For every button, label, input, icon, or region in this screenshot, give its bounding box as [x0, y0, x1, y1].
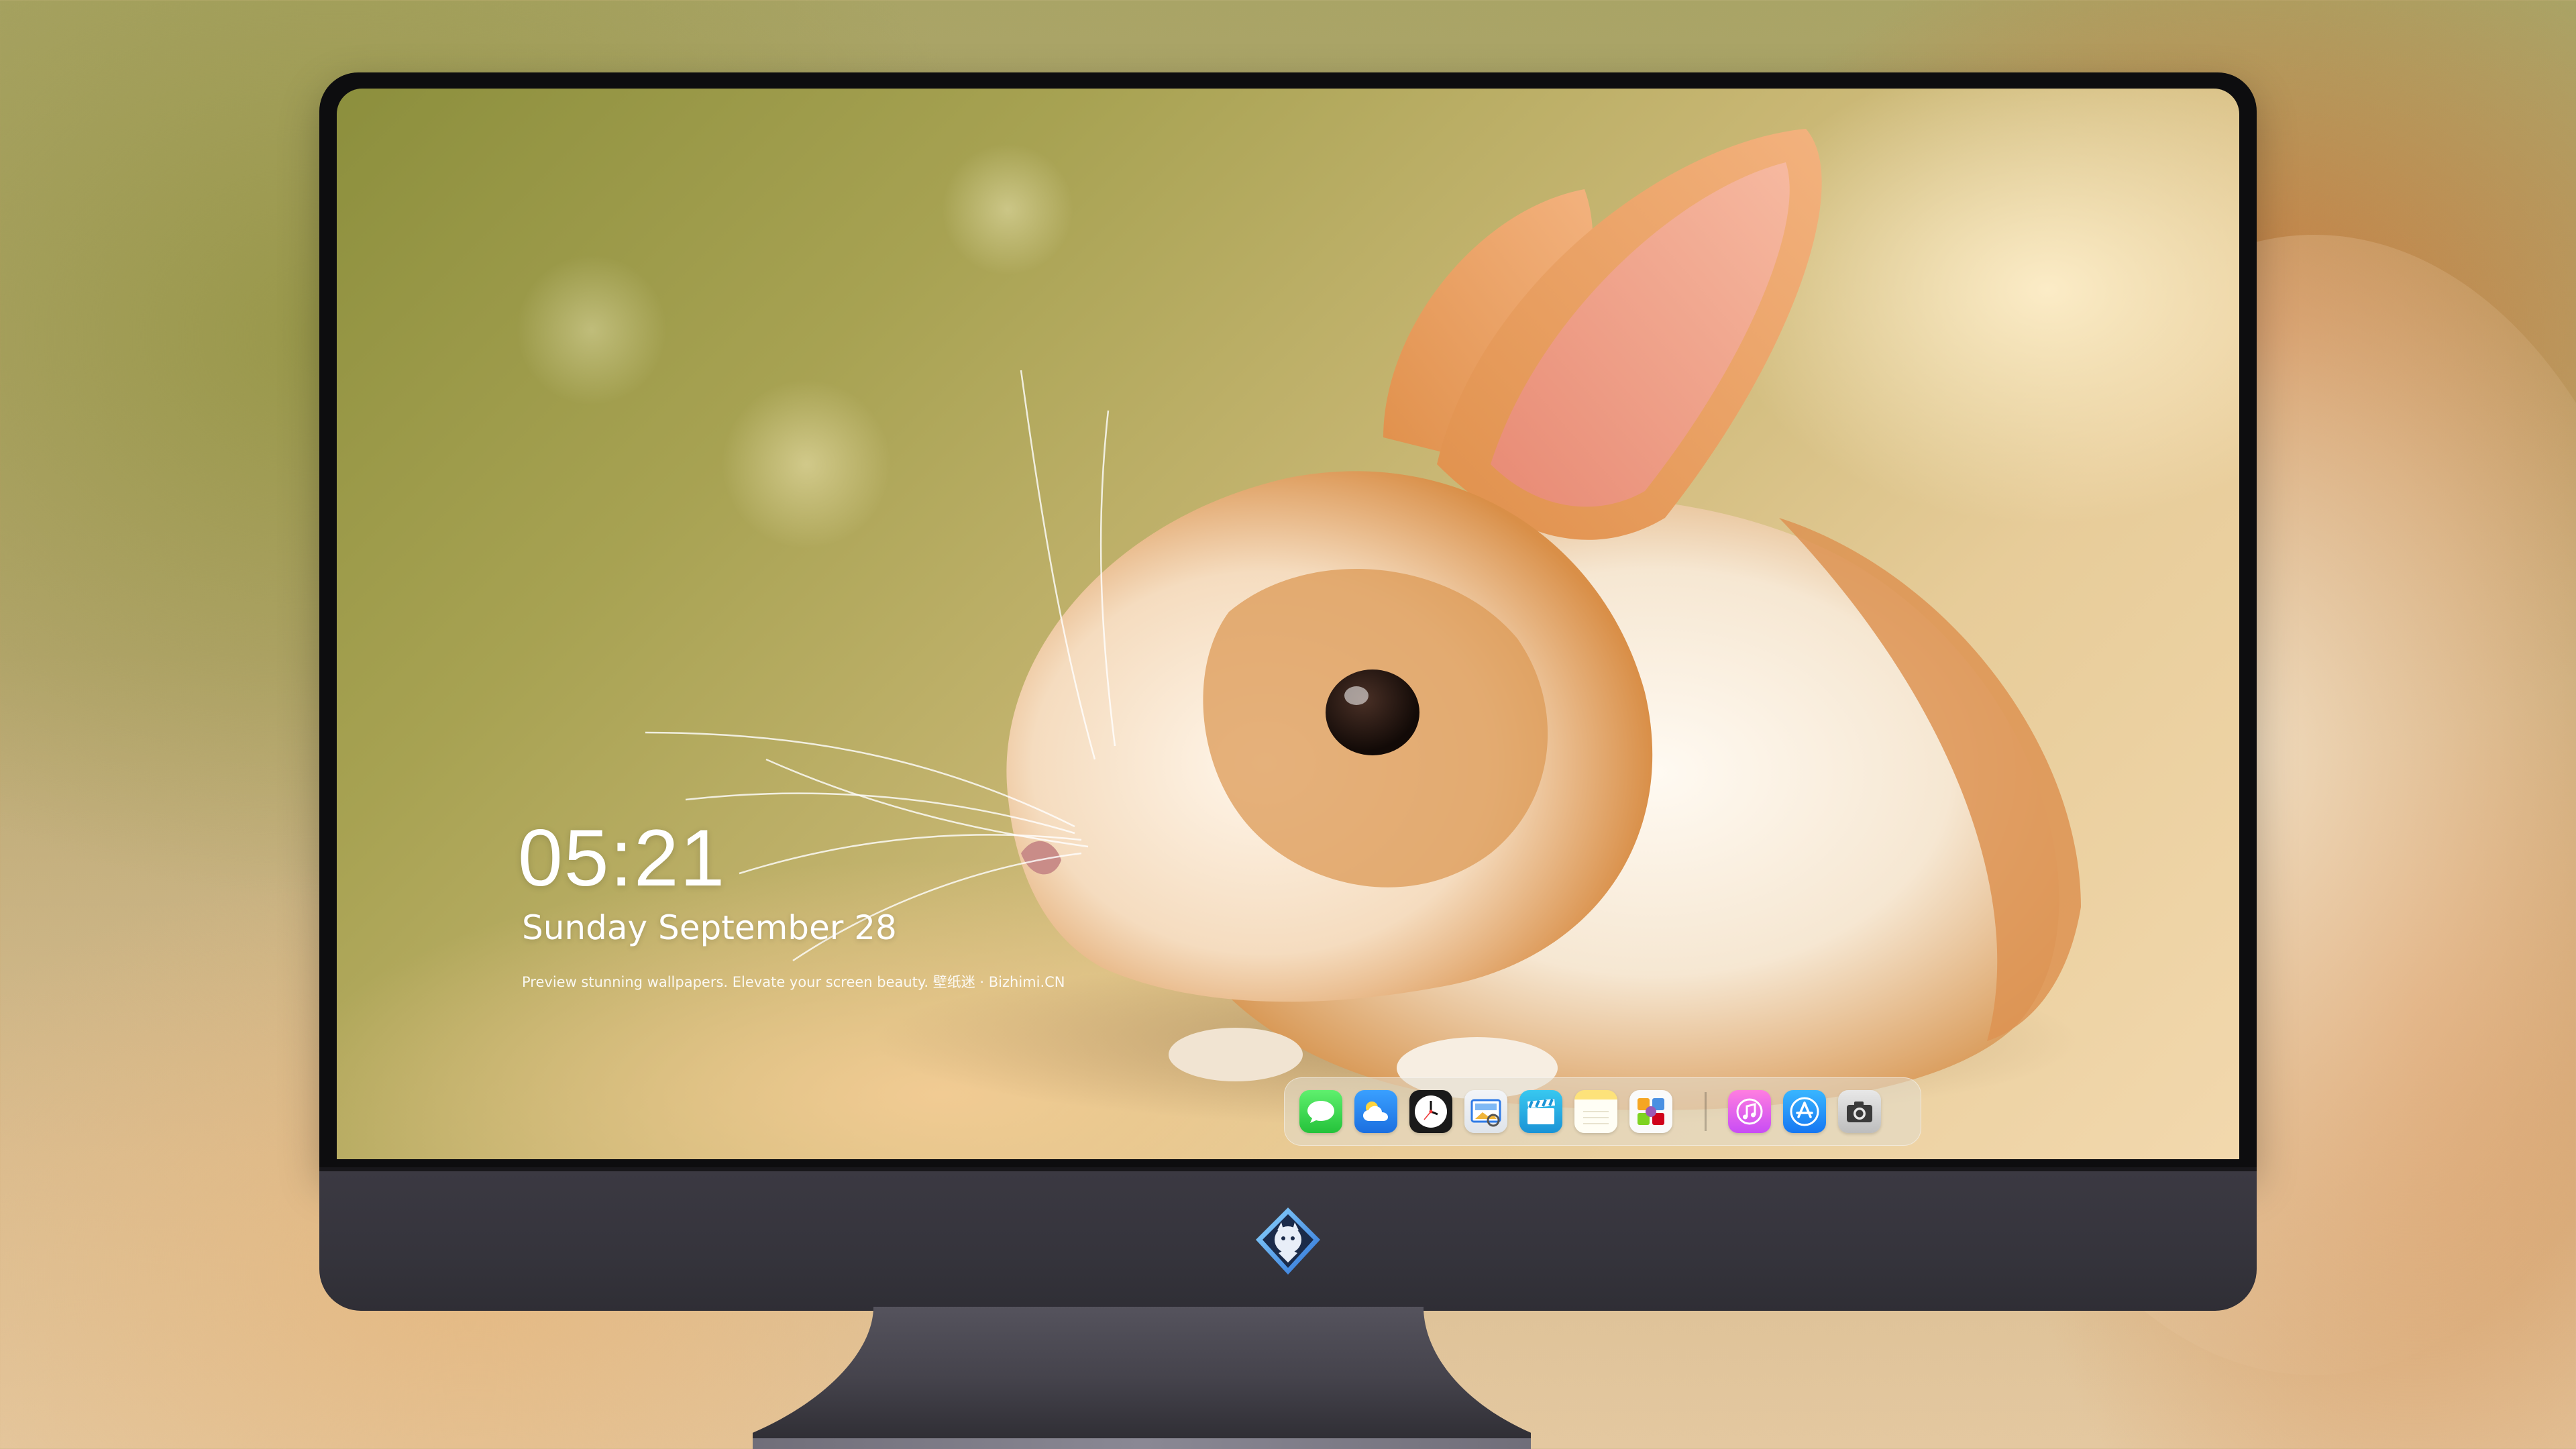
photos-icon[interactable] [1629, 1090, 1672, 1133]
camera-icon[interactable] [1838, 1090, 1881, 1133]
lock-screen-time: 05:21 [518, 813, 727, 903]
lock-screen: 05:21 Sunday September 28 Preview stunni… [337, 89, 2239, 1159]
clapperboard-icon[interactable] [1519, 1090, 1562, 1133]
monitor-stand [753, 1307, 1531, 1449]
preview-icon[interactable] [1464, 1090, 1507, 1133]
brand-logo-icon [1256, 1208, 1320, 1275]
app-store-icon[interactable] [1783, 1090, 1826, 1133]
lock-screen-date: Sunday September 28 [522, 908, 897, 947]
weather-icon[interactable] [1354, 1090, 1397, 1133]
messages-icon[interactable] [1299, 1090, 1342, 1133]
dock-separator [1705, 1092, 1707, 1131]
clock-icon[interactable] [1409, 1090, 1452, 1133]
lock-screen-tagline: Preview stunning wallpapers. Elevate you… [522, 974, 1065, 990]
wallpaper-bunny [645, 129, 2081, 1128]
notes-icon[interactable] [1574, 1090, 1617, 1133]
music-note-icon[interactable] [1728, 1090, 1771, 1133]
dock [1284, 1077, 1921, 1146]
monitor: 05:21 Sunday September 28 Preview stunni… [319, 72, 2257, 1449]
